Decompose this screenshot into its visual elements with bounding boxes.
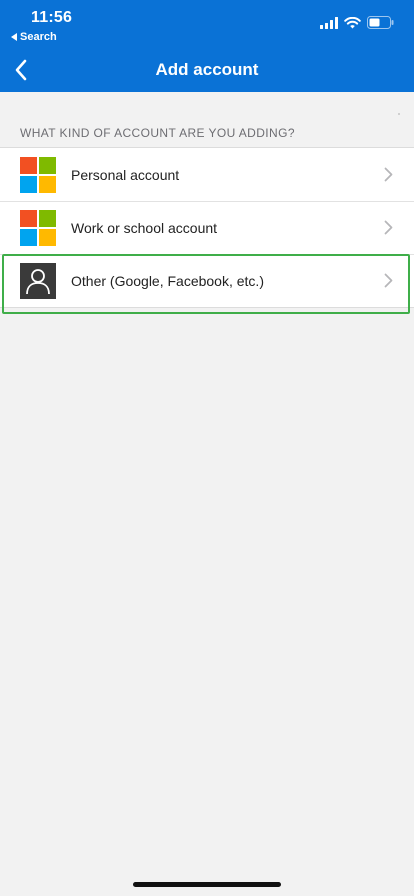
battery-icon — [367, 16, 394, 29]
divider-dot — [398, 113, 400, 115]
page-title: Add account — [155, 60, 259, 79]
status-time: 11:56 — [31, 9, 73, 26]
list-item-work-or-school-account[interactable]: Work or school account — [0, 201, 414, 254]
chevron-right-icon — [384, 167, 393, 182]
status-icons — [320, 16, 394, 29]
list-item-label: Work or school account — [71, 219, 218, 236]
chevron-right-icon — [384, 220, 393, 235]
account-type-list: Personal account Work or school account — [0, 147, 414, 308]
list-item-personal-account[interactable]: Personal account — [0, 148, 414, 201]
list-item-label: Personal account — [71, 166, 180, 183]
person-icon — [20, 263, 56, 299]
chevron-right-icon — [384, 273, 393, 288]
back-to-app-link[interactable]: Search — [11, 31, 57, 43]
microsoft-logo-icon — [20, 157, 56, 193]
list-item-label: Other (Google, Facebook, etc.) — [71, 272, 264, 289]
home-indicator[interactable] — [133, 882, 281, 887]
screen: 11:56 Search Add account WHAT KIND OF AC… — [0, 0, 414, 896]
list-item-other-account[interactable]: Other (Google, Facebook, etc.) — [0, 254, 414, 307]
section-header: WHAT KIND OF ACCOUNT ARE YOU ADDING? — [20, 126, 295, 140]
microsoft-logo-icon — [20, 210, 56, 246]
header-bar: 11:56 Search Add account — [0, 0, 414, 92]
back-to-app-label: Search — [20, 31, 57, 43]
back-triangle-icon — [11, 33, 17, 41]
signal-icon — [320, 16, 338, 29]
wifi-icon — [344, 16, 361, 28]
